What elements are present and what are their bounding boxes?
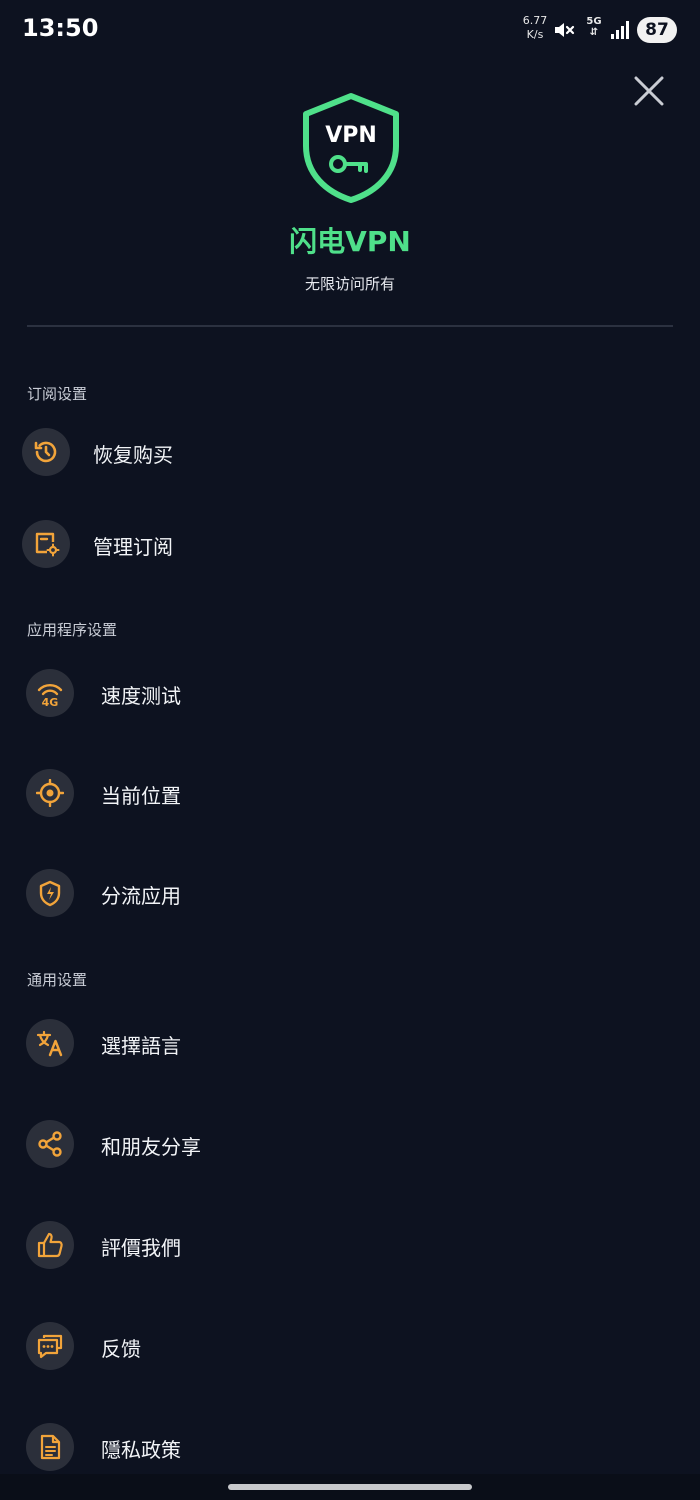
app-tagline: 无限访问所有	[304, 275, 395, 293]
menu-label-manage-subscription: 管理订阅	[93, 535, 173, 559]
menu-label-share: 和朋友分享	[101, 1135, 201, 1159]
signal-icon	[611, 21, 629, 39]
document-icon	[26, 1423, 74, 1471]
app-name: 闪电VPN	[289, 225, 411, 258]
menu-item-feedback[interactable]: 反馈	[0, 1316, 700, 1376]
network-speed-value: 6.77	[522, 14, 548, 27]
status-time: 13:50	[22, 14, 99, 42]
menu-label-privacy-policy: 隱私政策	[101, 1438, 181, 1462]
menu-label-current-location: 当前位置	[101, 784, 181, 808]
menu-item-share[interactable]: 和朋友分享	[0, 1114, 700, 1174]
section-header-app: 应用程序设置	[27, 621, 118, 639]
logo-text: VPN	[325, 123, 377, 148]
menu-item-manage-subscription[interactable]: 管理订阅	[0, 514, 700, 574]
close-button[interactable]	[628, 70, 670, 112]
menu-label-language: 選擇語言	[101, 1034, 181, 1058]
location-target-icon	[26, 769, 74, 817]
speed-test-4g-icon: 4G	[26, 669, 74, 717]
mute-icon	[555, 23, 575, 37]
battery-indicator: 87	[637, 17, 677, 43]
shield-bolt-icon	[26, 869, 74, 917]
menu-item-current-location[interactable]: 当前位置	[0, 763, 700, 823]
network-type-label: 5G	[586, 16, 602, 27]
menu-item-split-tunneling[interactable]: 分流应用	[0, 863, 700, 923]
menu-item-restore-purchase[interactable]: 恢复购买	[0, 422, 700, 482]
section-header-subscription: 订阅设置	[27, 385, 88, 403]
vpn-shield-logo: VPN	[303, 93, 399, 203]
chat-feedback-icon	[26, 1322, 74, 1370]
menu-label-restore-purchase: 恢复购买	[93, 443, 173, 467]
restore-history-icon	[22, 428, 70, 476]
menu-item-speed-test[interactable]: 4G 速度测试	[0, 663, 700, 723]
share-icon	[26, 1120, 74, 1168]
menu-label-rate-us: 評價我們	[101, 1236, 181, 1260]
menu-item-privacy-policy[interactable]: 隱私政策	[0, 1417, 700, 1477]
translate-icon	[26, 1019, 74, 1067]
menu-label-feedback: 反馈	[101, 1337, 141, 1361]
divider	[27, 325, 673, 327]
thumbs-up-icon	[26, 1221, 74, 1269]
menu-item-language[interactable]: 選擇語言	[0, 1013, 700, 1073]
menu-label-split-tunneling: 分流应用	[101, 884, 181, 908]
section-header-general: 通用设置	[27, 971, 88, 989]
svg-text:4G: 4G	[42, 696, 59, 707]
close-icon	[634, 76, 664, 106]
manage-subscription-icon	[22, 520, 70, 568]
data-arrows-icon: ⇵	[589, 27, 599, 38]
menu-item-rate-us[interactable]: 評價我們	[0, 1215, 700, 1275]
network-type-indicator: 5G ⇵	[584, 16, 604, 38]
status-bar: 13:50 6.77 K/s 5G ⇵ 87	[0, 0, 700, 62]
menu-label-speed-test: 速度测试	[101, 684, 181, 708]
home-indicator[interactable]	[228, 1484, 472, 1490]
network-speed-unit: K/s	[526, 28, 544, 41]
network-speed: 6.77 K/s	[520, 14, 550, 42]
